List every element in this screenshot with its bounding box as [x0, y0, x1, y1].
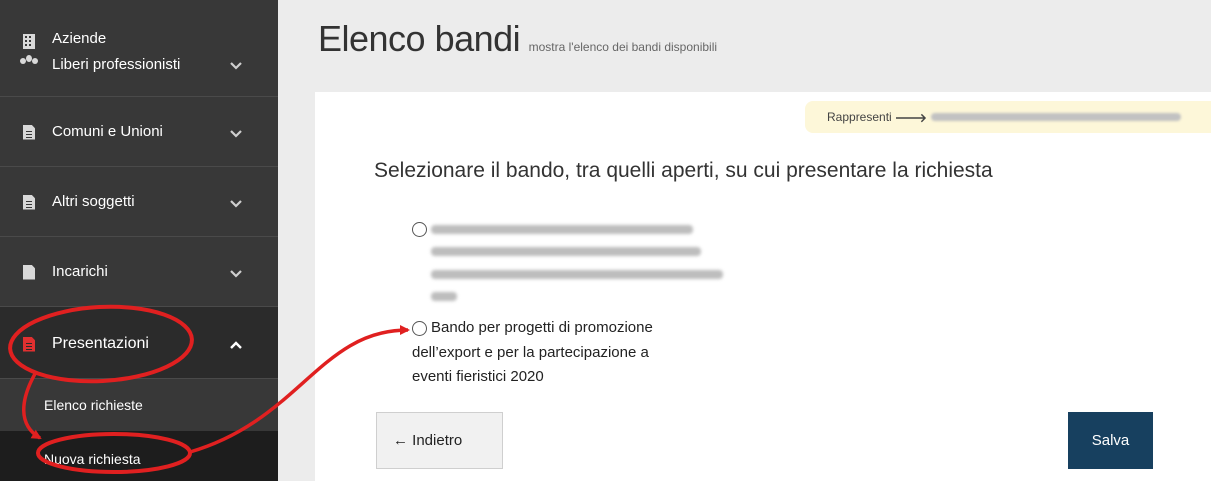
sidebar-item-label: Aziende [52, 30, 107, 47]
representing-badge: Rappresenti 🡒 [805, 101, 1211, 133]
bando-option-2-label[interactable]: dell’export e per la partecipazione a ev… [412, 341, 649, 389]
chevron-down-icon [230, 62, 242, 70]
document-icon [22, 194, 36, 210]
chevron-down-icon [230, 130, 242, 138]
sidebar-item-label: Incarichi [52, 263, 108, 280]
bando-radio-1[interactable] [412, 222, 427, 237]
people-icon [20, 53, 38, 69]
section-heading: Selezionare il bando, tra quelli aperti,… [374, 159, 993, 182]
sidebar-item-label: Liberi professionisti [52, 56, 181, 73]
representing-label: Rappresenti [827, 110, 892, 124]
arrow-right-icon: 🡒 [894, 110, 927, 125]
page-title-text: Elenco bandi [318, 18, 521, 59]
chevron-up-icon [230, 341, 242, 349]
document-icon [22, 264, 36, 280]
sidebar-item-aziende[interactable]: Aziende Liberi professionisti [0, 0, 278, 97]
sidebar-item-label: Altri soggetti [52, 193, 135, 210]
chevron-down-icon [230, 200, 242, 208]
page-title: Elenco bandi mostra l'elenco dei bandi d… [318, 18, 717, 60]
sidebar-item-incarichi[interactable]: Incarichi [0, 237, 278, 307]
sidebar-item-comuni[interactable]: Comuni e Unioni [0, 97, 278, 167]
document-icon [22, 124, 36, 140]
sidebar-item-presentazioni[interactable]: Presentazioni [0, 307, 278, 379]
bando-radio-2[interactable] [412, 321, 427, 336]
chevron-down-icon [230, 270, 242, 278]
save-button[interactable]: Salva [1068, 412, 1153, 469]
building-icon [22, 33, 36, 49]
sidebar: Aziende Liberi professionisti Comuni e U… [0, 0, 278, 481]
sidebar-subitem-label: Nuova richiesta [44, 451, 141, 467]
sidebar-item-label: Presentazioni [52, 335, 149, 352]
document-icon [22, 336, 36, 352]
sidebar-subitem-label: Elenco richieste [44, 397, 143, 413]
sidebar-item-label: Comuni e Unioni [52, 123, 163, 140]
sidebar-subitem-nuova-richiesta[interactable]: Nuova richiesta [0, 431, 278, 481]
bando-option-2-label[interactable]: Bando per progetti di promozione [431, 316, 653, 340]
sidebar-item-altri-soggetti[interactable]: Altri soggetti [0, 167, 278, 237]
sidebar-subitem-elenco-richieste[interactable]: Elenco richieste [0, 379, 278, 431]
representing-value-blurred [930, 113, 1181, 121]
back-button[interactable]: ← Indietro [376, 412, 503, 469]
page-subtitle: mostra l'elenco dei bandi disponibili [528, 40, 718, 54]
